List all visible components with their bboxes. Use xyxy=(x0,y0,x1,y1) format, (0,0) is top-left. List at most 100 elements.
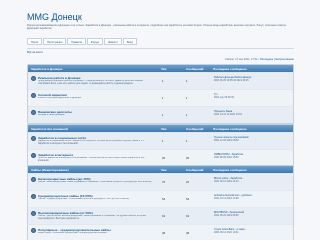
last-post-header: Последнее сообщение xyxy=(213,168,247,172)
last-post: Проценты банка 2021 10:41 10 2021 16:51 xyxy=(214,110,294,116)
last-post-date: 2021 09 20 2021 06:28 xyxy=(214,213,239,217)
topics-header: Тем xyxy=(161,168,167,172)
forum-topics: 1 xyxy=(162,113,164,117)
section-title[interactable]: Хайпы (Инвестирование) xyxy=(31,168,69,172)
last-post: Работа в Донецке Работа Донецк 2021 06 20… xyxy=(214,76,294,82)
forum-section-earnings-donetsk: Заработок в Донецке Тем Сообщений Послед… xyxy=(27,64,294,124)
sub-bar: Всё на месте xyxy=(27,48,294,54)
last-post-date: 2021 09 14 2021 19:41 xyxy=(214,230,239,234)
posts-header: Сообщений xyxy=(186,168,204,172)
forum-section-no-investment: Заработок без вложений Тем Сообщений Пос… xyxy=(27,124,294,167)
forum-description: Вклады в банки Донецка xyxy=(38,114,65,116)
forum-description: Хайпы - среднепроцентные. Стабильные про… xyxy=(38,198,130,200)
forum-row: Популярные - среднепродолжительные хайпы… xyxy=(28,224,293,240)
page: MMG Донецк Форум миломимейкеров в Донецк… xyxy=(0,0,320,240)
posts-header: Сообщений xyxy=(186,127,204,131)
breadcrumb[interactable]: Всё на месте xyxy=(27,51,43,54)
forum-title[interactable]: Низкопроцентные хайпы (до 10%) xyxy=(38,177,91,181)
last-post: ИМВЕСТОРЫ - Заработок 2021 08 05 2021 18:… xyxy=(214,153,294,159)
forum-topics: 76 xyxy=(162,180,166,184)
current-time: Сейчас: 17 сен 2021, 17:52 • xyxy=(224,58,260,61)
time-info: Сейчас: 17 сен 2021, 17:52 • Последнее |… xyxy=(225,58,294,61)
section-header: Заработок в Донецке Тем Сообщений Послед… xyxy=(28,65,293,72)
last-post-date: 2021 10:41 10 2021 16:51 xyxy=(214,112,242,116)
forum-topics: 1 xyxy=(162,96,164,100)
forum-description: Инвестиции с большими процентами! Средне… xyxy=(38,232,109,234)
last-post: BOOTBOSS - бесконечный 2021 09 20 2021 06… xyxy=(214,211,294,217)
forum-description: Заработок в социальных сетях - заработок… xyxy=(38,140,144,145)
forum-read-icon xyxy=(31,136,36,141)
forum-title[interactable]: Заработок в интернете xyxy=(38,153,73,157)
topics-header: Тем xyxy=(161,127,167,131)
forum-read-icon xyxy=(31,177,36,182)
forum-read-icon xyxy=(31,110,36,115)
forum-description: Работа в сетевом маркетинге в Донецке xyxy=(38,97,81,99)
forum-posts: 1 xyxy=(186,96,188,100)
forum-posts: 48 xyxy=(186,231,190,235)
forum-title[interactable]: Реальная работа в Донецке xyxy=(38,76,81,80)
forum-list: Реальная работа в Донецке Предложения ре… xyxy=(28,72,293,123)
forum-read-icon xyxy=(31,93,36,98)
forum-title[interactable]: Банковские депозиты xyxy=(38,110,72,114)
forum-posts: 1 xyxy=(186,113,188,117)
nav-rules[interactable]: Правила xyxy=(67,38,86,45)
forum-row: Реальная работа в Донецке Предложения ре… xyxy=(28,72,293,89)
nav-bar: Поиск Регистрация Правила Форум Новости … xyxy=(27,38,294,46)
last-post-date: 2021 06 20 19:45:43 2021 20:25 xyxy=(214,78,249,82)
last-post-date: 2021 12 03 2021 08:02 xyxy=(214,138,239,142)
forum-description: Хайпы - Да по Мы-кит высокопроцентные. И… xyxy=(38,215,146,220)
forum-list: Заработок в социальных сетях Заработок в… xyxy=(28,132,293,166)
nav-forum[interactable]: Форум xyxy=(86,38,103,45)
posts-header: Сообщений xyxy=(186,67,204,71)
forum-description: Предложения реальной работы в Донецке. С… xyxy=(38,80,143,85)
unread-links[interactable]: Последнее | Непрочитанное xyxy=(260,58,294,61)
forum-row: Низкопроцентные хайпы (до 10%) Хайпы - н… xyxy=(28,173,293,190)
forum-row: Среднепроцентные хайпы (10-50%) Хайпы - … xyxy=(28,190,293,207)
forum-topics: 36 xyxy=(162,156,166,160)
forum-topics: 54 xyxy=(162,197,166,201)
forum-read-icon xyxy=(31,76,36,81)
last-post-date: 2021 sep 09 09:45 xyxy=(214,95,234,99)
last-post: Bitcoin-online - Заработок... 2021 09 14 … xyxy=(214,177,294,183)
forum-description: Хайпы - низкопроцентные. Инвестирование … xyxy=(38,181,152,183)
forum-read-icon xyxy=(31,211,36,216)
forum-read-icon xyxy=(31,153,36,158)
section-header: Заработок без вложений Тем Сообщений Пос… xyxy=(28,125,293,132)
forum-posts: 54 xyxy=(186,197,190,201)
forum-topics: 48 xyxy=(162,231,166,235)
section-title[interactable]: Заработок в Донецке xyxy=(31,67,62,71)
section-title[interactable]: Заработок без вложений xyxy=(31,127,68,131)
last-post: Ambiance-NetGold.com - дубликат... 2021 1… xyxy=(214,194,294,200)
forum-posts: 36 xyxy=(186,156,190,160)
topics-header: Тем xyxy=(161,67,167,71)
forum-title[interactable]: Высокопроцентные хайпы (от 50%) xyxy=(38,211,93,215)
forum-section-hyips: Хайпы (Инвестирование) Тем Сообщений Пос… xyxy=(27,165,294,240)
forum-topics: 1 xyxy=(162,139,164,143)
forum-title[interactable]: Среднепроцентные хайпы (10-50%) xyxy=(38,194,93,198)
forum-posts: 91 xyxy=(186,214,190,218)
forum-posts: 1 xyxy=(186,79,188,83)
forum-topics: 91 xyxy=(162,214,166,218)
nav-login[interactable]: Вход xyxy=(122,38,137,45)
forum-row: Высокопроцентные хайпы (от 50%) Хайпы - … xyxy=(28,207,293,224)
nav-register[interactable]: Регистрация xyxy=(43,38,67,45)
last-post: Crypto-Coins-Bank - а также... 2021 09 14… xyxy=(214,228,294,234)
forum-title[interactable]: Заработок в социальных сетях xyxy=(38,136,86,140)
forum-row: Банковские депозиты Вклады в банки Донец… xyxy=(28,106,293,123)
last-post-date: 2021 08 05 2021 18:53 xyxy=(214,155,239,159)
forum-title[interactable]: Сетевой маркетинг xyxy=(38,93,67,97)
nav-search[interactable]: Поиск xyxy=(27,38,43,45)
forum-row: Заработок в социальных сетях Заработок в… xyxy=(28,132,293,149)
forum-posts: 1 xyxy=(186,139,188,143)
last-post: Лучшие проекты под рекламой 2021 12 03 20… xyxy=(214,136,294,142)
forum-read-icon xyxy=(31,194,36,199)
site-description: Форум миломимейкеров в Донецке и не толь… xyxy=(27,24,287,31)
section-header: Хайпы (Инвестирование) Тем Сообщений Пос… xyxy=(28,166,293,173)
nav-news[interactable]: Новости xyxy=(103,38,122,45)
last-post: Тут 2021 sep 09 09:45 xyxy=(214,93,294,99)
last-post-date: 2021 10 14 2021 12:28 xyxy=(214,196,239,200)
forum-title[interactable]: Популярные - среднепродолжительные хайпы xyxy=(38,228,111,232)
last-post-header: Последнее сообщение xyxy=(213,127,247,131)
forum-row: Сетевой маркетинг Работа в сетевом марке… xyxy=(28,89,293,106)
site-title[interactable]: MMG Донецк xyxy=(27,12,82,22)
